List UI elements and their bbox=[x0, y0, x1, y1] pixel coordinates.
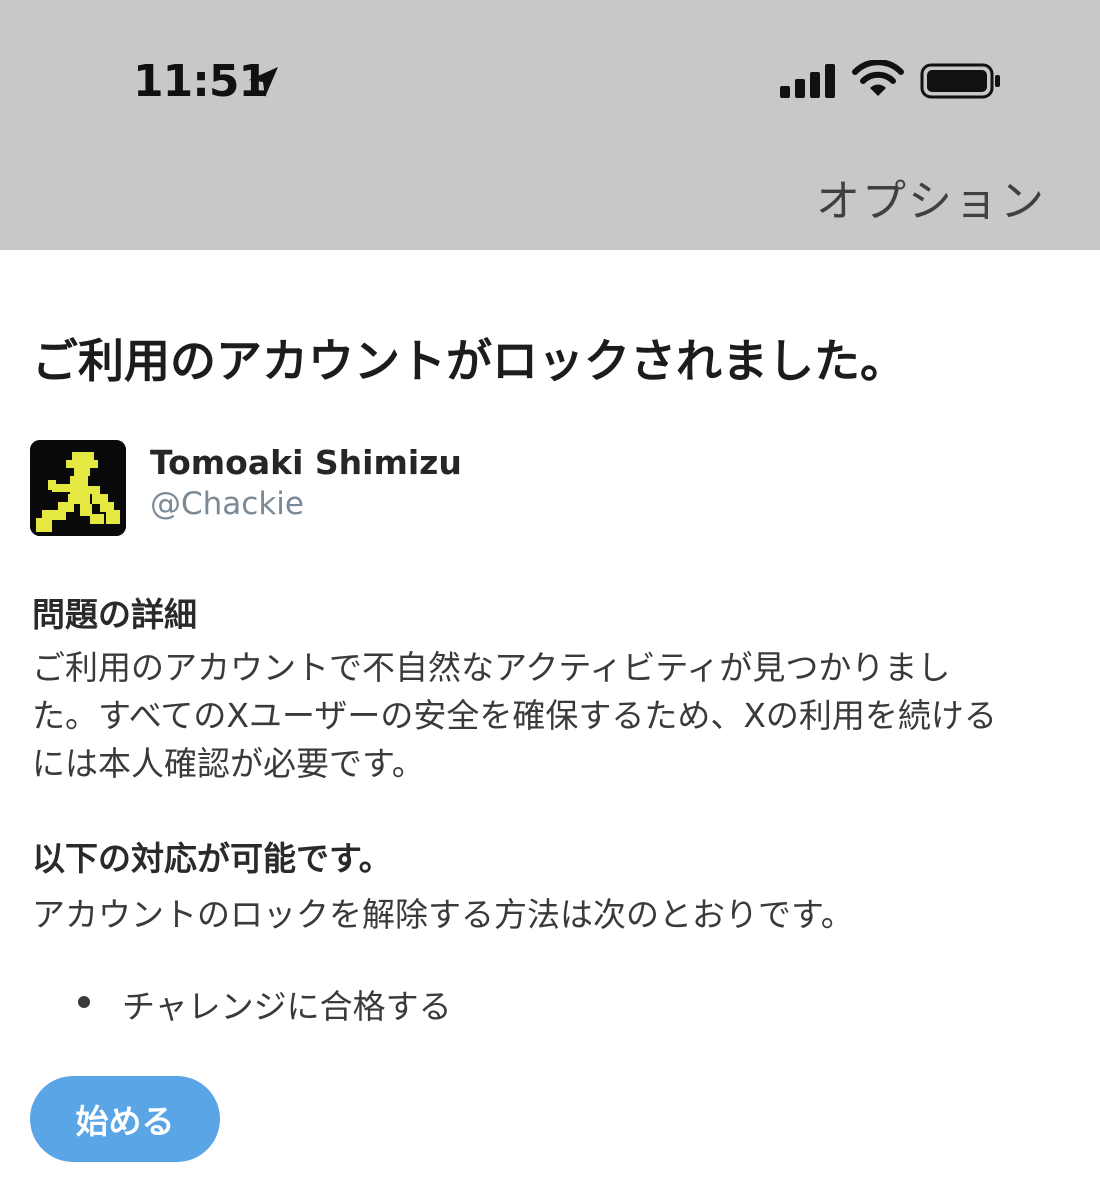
avatar bbox=[30, 440, 126, 536]
page-title: ご利用のアカウントがロックされました。 bbox=[32, 334, 906, 388]
list-item-label: チャレンジに合格する bbox=[122, 987, 452, 1026]
options-button[interactable]: オプション bbox=[816, 165, 1046, 229]
user-display-name: Tomoaki Shimizu bbox=[150, 443, 462, 482]
details-line: た。すべてのXユーザーの安全を確保するため、Xの利用を続ける bbox=[32, 696, 997, 735]
details-line: には本人確認が必要です。 bbox=[32, 744, 425, 783]
location-arrow-icon bbox=[249, 67, 278, 97]
details-text: ご利用のアカウントで不自然なアクティビティが見つかりまし た。すべてのXユーザー… bbox=[32, 644, 1072, 788]
available-actions-text: アカウントのロックを解除する方法は次のとおりです。 bbox=[32, 895, 854, 934]
details-line: ご利用のアカウントで不自然なアクティビティが見つかりまし bbox=[32, 648, 951, 687]
actions-list: チャレンジに合格する bbox=[78, 980, 452, 1028]
user-handle: @Chackie bbox=[150, 486, 304, 522]
details-heading: 問題の詳細 bbox=[32, 595, 197, 634]
wifi-icon bbox=[852, 60, 904, 96]
list-item: チャレンジに合格する bbox=[78, 980, 452, 1028]
header-bar: 11:51 オプション bbox=[0, 0, 1100, 250]
bullet-icon bbox=[78, 996, 90, 1008]
battery-icon bbox=[920, 63, 1000, 99]
available-actions-heading: 以下の対応が可能です。 bbox=[32, 839, 392, 878]
cellular-signal-icon bbox=[780, 64, 835, 98]
start-button[interactable]: 始める bbox=[30, 1076, 220, 1162]
pixel-character-image bbox=[30, 440, 126, 536]
